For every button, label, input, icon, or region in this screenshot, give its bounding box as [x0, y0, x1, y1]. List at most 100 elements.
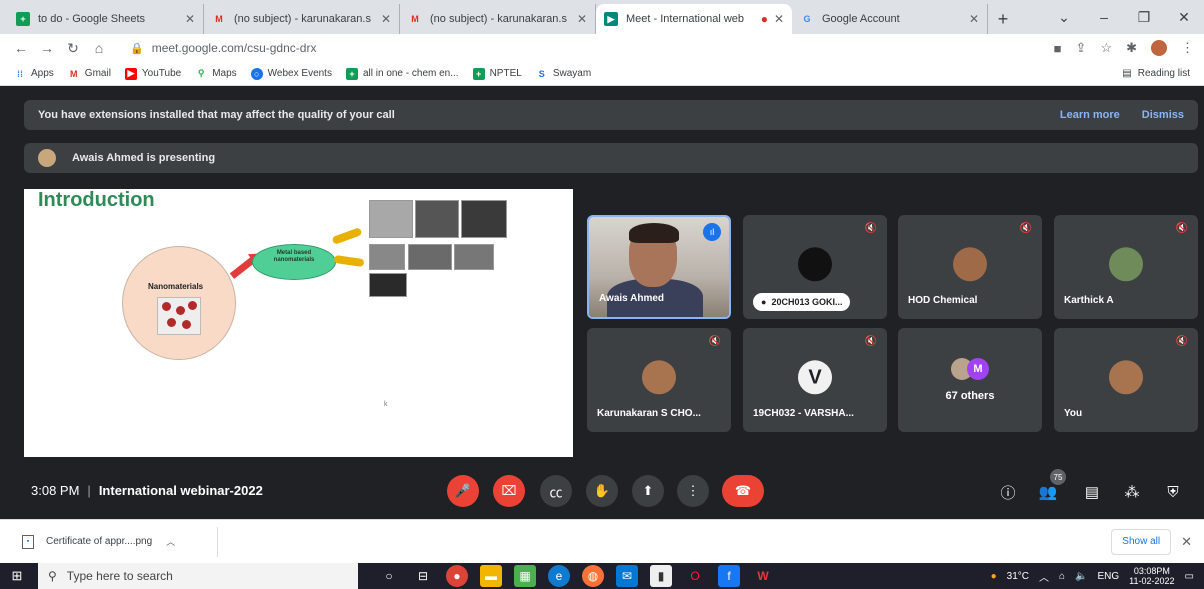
participant-name: Karunakaran S CHO...: [597, 408, 701, 419]
reload-icon[interactable]: ↻: [62, 40, 84, 57]
back-icon[interactable]: ←: [10, 40, 32, 56]
close-window-button[interactable]: ✕: [1164, 9, 1204, 26]
close-icon[interactable]: ✕: [1181, 534, 1192, 550]
network-icon[interactable]: ⌂: [1059, 571, 1065, 582]
present-screen-button[interactable]: ⬆: [632, 475, 664, 507]
browser-tab[interactable]: G Google Account ✕: [792, 4, 988, 34]
micrograph-image: [415, 200, 459, 238]
participant-tile-presenter[interactable]: ıl Awais Ahmed: [587, 215, 731, 319]
forward-icon[interactable]: →: [36, 40, 58, 56]
mic-toggle-button[interactable]: 🎤: [447, 475, 479, 507]
menu-icon[interactable]: ⋮: [1181, 40, 1194, 56]
participant-tile[interactable]: 🔇 V 19CH032 - VARSHA...: [743, 328, 887, 432]
activities-icon[interactable]: ⁂: [1121, 481, 1143, 503]
dismiss-button[interactable]: Dismiss: [1142, 109, 1184, 121]
participant-tile[interactable]: 🔇 ● 20CH013 GOKI...: [743, 215, 887, 319]
language-indicator[interactable]: ENG: [1098, 571, 1120, 582]
windows-start-icon[interactable]: ⊞: [0, 563, 34, 589]
learn-more-link[interactable]: Learn more: [1060, 109, 1120, 121]
download-item[interactable]: ▪ Certificate of appr....png ︿: [22, 526, 218, 557]
calculator-icon[interactable]: ▦: [514, 565, 536, 587]
metal-nanomaterials-label: Metal based nanomaterials: [273, 250, 315, 263]
gmail-icon: M: [411, 14, 419, 24]
bookmark-maps[interactable]: ⚲ Maps: [195, 68, 237, 80]
weather-icon[interactable]: ●: [991, 571, 997, 582]
slide-mark: k: [384, 401, 388, 408]
new-tab-button[interactable]: +: [988, 4, 1018, 34]
edge-icon[interactable]: e: [548, 565, 570, 587]
camera-icon[interactable]: ■: [1054, 41, 1062, 56]
firefox-icon[interactable]: ◍: [582, 565, 604, 587]
reading-list[interactable]: ▤ Reading list: [1122, 68, 1190, 79]
participant-tile[interactable]: 🔇 HOD Chemical: [898, 215, 1042, 319]
mic-off-icon: 🔇: [708, 336, 721, 347]
camera-toggle-button[interactable]: ⌧: [493, 475, 525, 507]
close-icon[interactable]: ✕: [381, 12, 391, 26]
chrome-icon[interactable]: ●: [446, 565, 468, 587]
mic-off-icon: 🔇: [1175, 336, 1188, 347]
reading-list-icon: ▤: [1122, 68, 1132, 79]
browser-tab[interactable]: M (no subject) - karunakaran.s ✕: [400, 4, 596, 34]
others-tile[interactable]: M 67 others: [898, 328, 1042, 432]
more-options-button[interactable]: ⋮: [677, 475, 709, 507]
tab-label: (no subject) - karunakaran.s: [234, 13, 371, 25]
minimize-button[interactable]: –: [1084, 9, 1124, 25]
volume-icon[interactable]: 🔈: [1075, 571, 1087, 582]
weather-temp[interactable]: 31°C: [1007, 571, 1029, 582]
home-icon[interactable]: ⌂: [88, 40, 110, 56]
bookmark-youtube[interactable]: ▶ YouTube: [124, 67, 181, 80]
browser-tab-active[interactable]: ▶ Meet - International web ● ✕: [596, 4, 792, 34]
profile-avatar[interactable]: [1151, 40, 1167, 56]
youtube-icon: ▶: [124, 67, 137, 80]
taskbar-search[interactable]: ⚲ Type here to search: [38, 563, 358, 589]
browser-tab[interactable]: M (no subject) - karunakaran.s ✕: [204, 4, 400, 34]
bookmark-webex[interactable]: ○ Webex Events: [250, 67, 332, 80]
chevron-up-icon[interactable]: ︿: [166, 535, 175, 548]
self-tile[interactable]: 🔇 You: [1054, 328, 1198, 432]
mail-icon[interactable]: ✉: [616, 565, 638, 587]
participant-name: HOD Chemical: [908, 295, 978, 306]
browser-tab[interactable]: + to do - Google Sheets ✕: [8, 4, 204, 34]
close-icon[interactable]: ✕: [577, 12, 587, 26]
reading-list-label: Reading list: [1137, 68, 1190, 79]
bookmark-gmail[interactable]: M Gmail: [68, 68, 111, 80]
chevron-up-icon[interactable]: ︿: [1039, 569, 1049, 584]
facebook-icon[interactable]: f: [718, 565, 740, 587]
mic-off-icon: 🔇: [1175, 223, 1188, 234]
lock-icon[interactable]: 🔒: [130, 42, 144, 55]
close-icon[interactable]: ✕: [185, 12, 195, 26]
participant-avatar-letter: V: [798, 360, 832, 395]
star-icon[interactable]: ☆: [1100, 40, 1112, 56]
task-view-icon[interactable]: ⊟: [412, 565, 434, 587]
raise-hand-button[interactable]: ✋: [586, 475, 618, 507]
address-bar[interactable]: 🔒 meet.google.com/csu-gdnc-drx: [124, 37, 1024, 59]
restore-button[interactable]: ❐: [1124, 9, 1164, 26]
show-all-button[interactable]: Show all: [1111, 528, 1172, 555]
cortana-icon[interactable]: ○: [378, 565, 400, 587]
wps-icon[interactable]: W: [752, 565, 774, 587]
bookmark-nptel[interactable]: + NPTEL: [472, 67, 522, 80]
participant-tile[interactable]: 🔇 Karthick A: [1054, 215, 1198, 319]
meeting-details-icon[interactable]: ⓘ: [997, 481, 1019, 503]
host-controls-icon[interactable]: ⛨: [1162, 481, 1184, 503]
close-icon[interactable]: ✕: [969, 12, 979, 26]
bookmark-apps[interactable]: ⁞⁞ Apps: [14, 68, 54, 80]
participant-tile[interactable]: 🔇 Karunakaran S CHO...: [587, 328, 731, 432]
shared-screen[interactable]: Introduction Nanomaterials Metal based n…: [24, 189, 573, 457]
bookmark-chem[interactable]: + all in one - chem en...: [345, 67, 459, 80]
document-icon[interactable]: ▮: [650, 565, 672, 587]
opera-icon[interactable]: O: [684, 565, 706, 587]
leave-call-button[interactable]: ☎: [722, 475, 764, 507]
apps-grid-icon: ⁞⁞: [17, 68, 23, 79]
file-explorer-icon[interactable]: ▬: [480, 565, 502, 587]
share-icon[interactable]: ⇪: [1076, 40, 1087, 56]
captions-button[interactable]: ㏄: [540, 475, 572, 507]
notifications-icon[interactable]: ▭: [1185, 571, 1194, 582]
bookmark-swayam[interactable]: S Swayam: [536, 68, 591, 80]
chat-icon[interactable]: ▤: [1081, 481, 1103, 503]
taskbar-clock[interactable]: 03:08PM 11-02-2022: [1129, 566, 1174, 586]
speaking-indicator-icon: ıl: [703, 223, 721, 241]
tab-search-icon[interactable]: ⌄: [1044, 9, 1084, 26]
close-icon[interactable]: ✕: [774, 12, 784, 26]
extensions-icon[interactable]: ✱: [1126, 40, 1137, 56]
